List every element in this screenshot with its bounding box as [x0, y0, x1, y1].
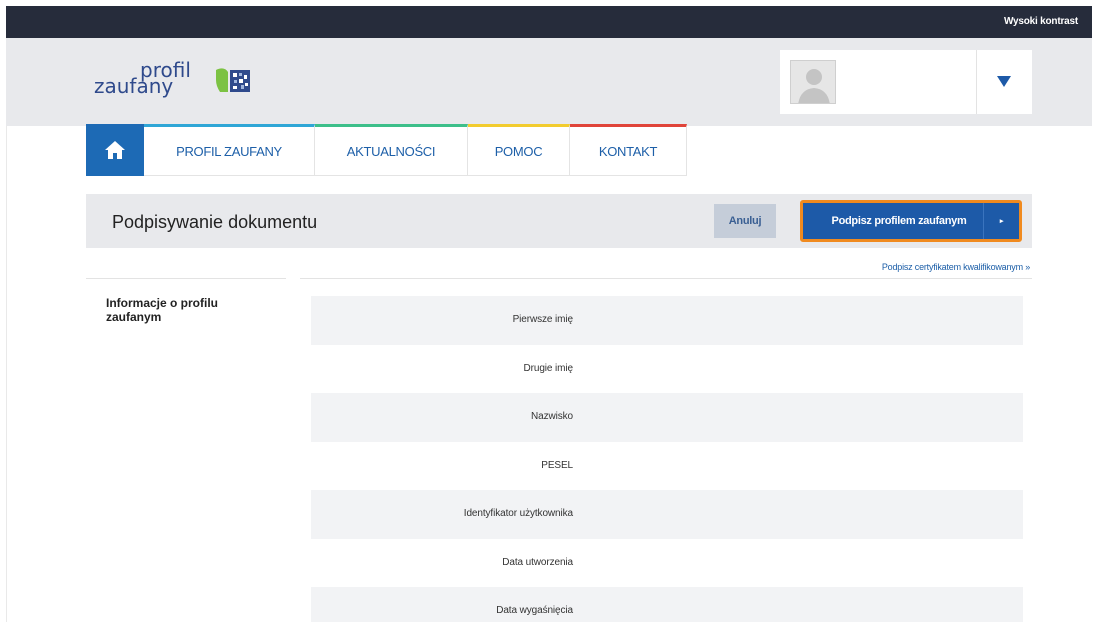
nav-tab-profil-zaufany[interactable]: PROFIL ZAUFANY — [144, 124, 315, 176]
main-navigation: PROFIL ZAUFANY AKTUALNOŚCI POMOC KONTAKT — [86, 124, 687, 176]
content-divider — [300, 278, 1032, 279]
nav-tab-kontakt[interactable]: KONTAKT — [570, 124, 687, 176]
avatar-silhouette-icon — [798, 69, 830, 103]
table-row: PESEL — [311, 442, 1023, 491]
cancel-button[interactable]: Anuluj — [714, 204, 776, 238]
field-label-first-name: Pierwsze imię — [512, 314, 573, 325]
logo-text-zaufany: zaufany — [94, 74, 174, 98]
user-menu-dropdown[interactable] — [977, 50, 1032, 114]
table-row: Drugie imię — [311, 345, 1023, 394]
top-bar: Wysoki kontrast — [6, 6, 1092, 38]
field-label-user-id: Identyfikator użytkownika — [463, 508, 573, 519]
profile-info-table: Pierwsze imię Drugie imię Nazwisko PESEL… — [311, 296, 1023, 622]
sign-with-qualified-certificate-link[interactable]: Podpisz certyfikatem kwalifikowanym » — [882, 262, 1030, 272]
high-contrast-link[interactable]: Wysoki kontrast — [1004, 16, 1078, 27]
user-avatar-icon[interactable] — [790, 60, 836, 104]
field-label-second-name: Drugie imię — [523, 362, 574, 374]
table-row: Data utworzenia — [311, 539, 1023, 588]
nav-tab-pomoc[interactable]: POMOC — [468, 124, 570, 176]
caret-down-icon — [997, 76, 1011, 87]
sign-with-trusted-profile-button[interactable]: Podpisz profilem zaufanym ▸ — [800, 200, 1022, 242]
table-row: Identyfikator użytkownika — [311, 490, 1023, 539]
page-edge-line — [6, 126, 7, 622]
sidebar-divider — [86, 278, 286, 279]
home-icon — [105, 141, 125, 159]
nav-tab-aktualnosci[interactable]: AKTUALNOŚCI — [315, 124, 468, 176]
table-row: Data wygaśnięcia — [311, 587, 1023, 622]
user-menu — [780, 50, 1032, 114]
field-label-created-date: Data utworzenia — [502, 556, 573, 568]
table-row: Nazwisko — [311, 393, 1023, 442]
field-label-expiry-date: Data wygaśnięcia — [496, 605, 573, 616]
nav-home-button[interactable] — [86, 124, 144, 176]
profile-info-heading: Informacje o profilu zaufanym — [106, 296, 219, 324]
page-title: Podpisywanie dokumentu — [112, 212, 318, 232]
page-title-bar: Podpisywanie dokumentu Anuluj Podpisz pr… — [86, 194, 1032, 248]
arrow-right-icon: ▸ — [983, 203, 1019, 239]
site-header: profil zaufany — [6, 38, 1092, 126]
profil-zaufany-logo[interactable]: profil zaufany — [94, 58, 264, 104]
table-row: Pierwsze imię — [311, 296, 1023, 345]
profil-zaufany-logo-icon — [216, 68, 250, 92]
field-label-pesel: PESEL — [541, 459, 573, 471]
field-label-surname: Nazwisko — [531, 411, 573, 422]
sign-button-label: Podpisz profilem zaufanym — [831, 215, 967, 227]
